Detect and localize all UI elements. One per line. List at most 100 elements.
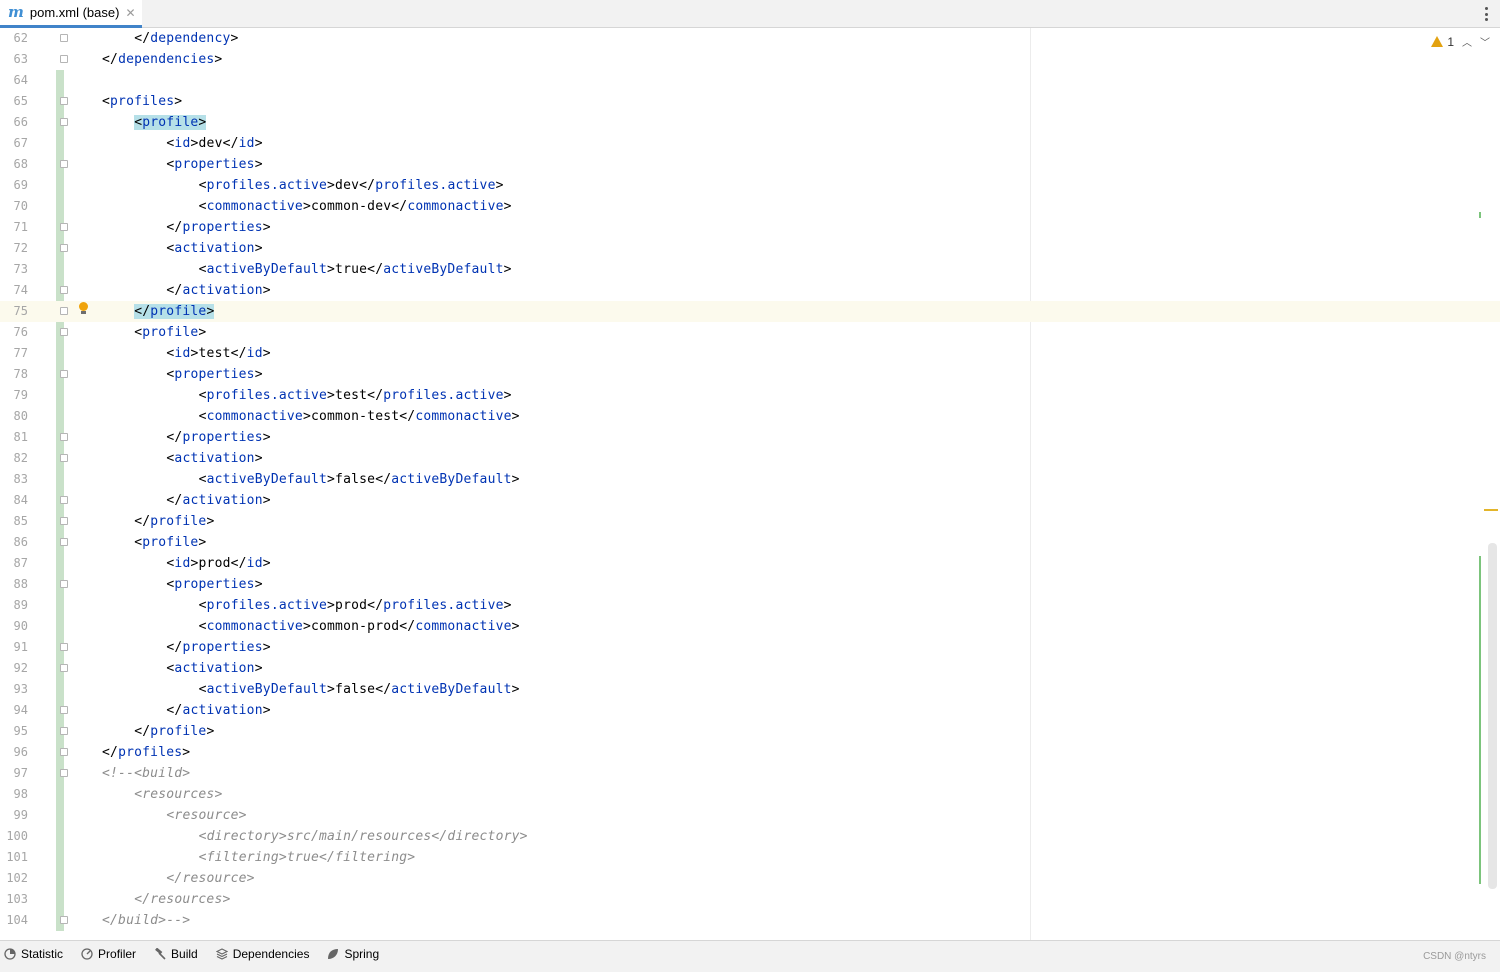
fold-marker-icon[interactable] — [60, 118, 68, 126]
code-line[interactable]: 78 <properties> — [0, 364, 1500, 385]
code-text[interactable]: </profile> — [134, 301, 215, 322]
fold-marker-icon[interactable] — [60, 433, 68, 441]
code-line[interactable]: 84 </activation> — [0, 490, 1500, 511]
code-text[interactable]: </properties> — [166, 637, 270, 658]
code-text[interactable]: <activation> — [166, 448, 262, 469]
fold-marker-icon[interactable] — [60, 916, 68, 924]
fold-marker-icon[interactable] — [60, 328, 68, 336]
code-text[interactable]: <filtering>true</filtering> — [199, 847, 416, 868]
warning-icon[interactable] — [1431, 36, 1444, 47]
code-line[interactable]: 88 <properties> — [0, 574, 1500, 595]
code-line[interactable]: 82 <activation> — [0, 448, 1500, 469]
code-text[interactable]: </profile> — [134, 721, 214, 742]
code-line[interactable]: 74 </activation> — [0, 280, 1500, 301]
code-line[interactable]: 104 </build>--> — [0, 910, 1500, 931]
tool-spring[interactable]: Spring — [327, 947, 379, 961]
code-text[interactable]: <profile> — [134, 112, 207, 133]
code-text[interactable]: <directory>src/main/resources</directory… — [199, 826, 528, 847]
code-line[interactable]: 87 <id>prod</id> — [0, 553, 1500, 574]
fold-marker-icon[interactable] — [60, 286, 68, 294]
code-text[interactable]: </profile> — [134, 511, 214, 532]
code-line[interactable]: 81 </properties> — [0, 427, 1500, 448]
code-line[interactable]: 68 <properties> — [0, 154, 1500, 175]
code-text[interactable]: <profiles> — [102, 91, 182, 112]
fold-marker-icon[interactable] — [60, 454, 68, 462]
code-line[interactable]: 95 </profile> — [0, 721, 1500, 742]
fold-marker-icon[interactable] — [60, 748, 68, 756]
tool-dependencies[interactable]: Dependencies — [215, 947, 309, 961]
code-text[interactable]: </resources> — [134, 889, 230, 910]
code-text[interactable]: <profiles.active>prod</profiles.active> — [199, 595, 512, 616]
fold-marker-icon[interactable] — [60, 580, 68, 588]
code-line[interactable]: 62 </dependency> — [0, 28, 1500, 49]
code-line[interactable]: 73 <activeByDefault>true</activeByDefault… — [0, 259, 1500, 280]
code-text[interactable]: <profiles.active>dev</profiles.active> — [199, 175, 504, 196]
code-line[interactable]: 101 <filtering>true</filtering> — [0, 847, 1500, 868]
fold-marker-icon[interactable] — [60, 160, 68, 168]
code-text[interactable]: <activation> — [166, 658, 262, 679]
fold-marker-icon[interactable] — [60, 244, 68, 252]
intention-bulb-icon[interactable] — [79, 302, 88, 315]
tool-build[interactable]: Build — [154, 947, 198, 961]
fold-marker-icon[interactable] — [60, 517, 68, 525]
code-line[interactable]: 72 <activation> — [0, 238, 1500, 259]
code-line[interactable]: 100 <directory>src/main/resources</direct… — [0, 826, 1500, 847]
code-line[interactable]: 71 </properties> — [0, 217, 1500, 238]
code-line[interactable]: 94 </activation> — [0, 700, 1500, 721]
code-line[interactable]: 92 <activation> — [0, 658, 1500, 679]
code-text[interactable]: <commonactive>common-prod</commonactive> — [199, 616, 520, 637]
fold-marker-icon[interactable] — [60, 769, 68, 777]
code-line[interactable]: 69 <profiles.active>dev</profiles.active> — [0, 175, 1500, 196]
code-line[interactable]: 90 <commonactive>common-prod</commonactiv… — [0, 616, 1500, 637]
code-line[interactable]: 70 <commonactive>common-dev</commonactive… — [0, 196, 1500, 217]
code-text[interactable]: </resource> — [166, 868, 254, 889]
fold-marker-icon[interactable] — [60, 370, 68, 378]
code-text[interactable]: <id>dev</id> — [166, 133, 262, 154]
code-text[interactable]: <activeByDefault>false</activeByDefault> — [199, 679, 520, 700]
code-text[interactable]: </activation> — [166, 700, 270, 721]
code-text[interactable]: <activeByDefault>false</activeByDefault> — [199, 469, 520, 490]
code-line[interactable]: 93 <activeByDefault>false</activeByDefaul… — [0, 679, 1500, 700]
code-line[interactable]: 96 </profiles> — [0, 742, 1500, 763]
code-text[interactable]: </build>--> — [102, 910, 190, 931]
code-line[interactable]: 97 <!--<build> — [0, 763, 1500, 784]
fold-marker-icon[interactable] — [60, 664, 68, 672]
scrollbar-change-range[interactable] — [1479, 556, 1481, 884]
code-editor[interactable]: 62 </dependency> 63 </dependencies> 64 65 <pro… — [0, 28, 1500, 940]
code-line[interactable]: 66 <profile> — [0, 112, 1500, 133]
code-line-current[interactable]: 75 </profile> — [0, 301, 1500, 322]
code-text[interactable]: <commonactive>common-dev</commonactive> — [199, 196, 512, 217]
code-line[interactable]: 103 </resources> — [0, 889, 1500, 910]
tab-pom-xml[interactable]: m pom.xml (base) ✕ — [0, 0, 142, 28]
code-text[interactable]: </dependency> — [134, 28, 238, 49]
fold-marker-icon[interactable] — [60, 34, 68, 42]
scrollbar-warning-mark[interactable] — [1484, 509, 1498, 511]
code-line[interactable]: 67 <id>dev</id> — [0, 133, 1500, 154]
code-text[interactable]: <id>test</id> — [166, 343, 270, 364]
code-text[interactable]: </activation> — [166, 280, 270, 301]
code-line[interactable]: 89 <profiles.active>prod</profiles.active… — [0, 595, 1500, 616]
code-text[interactable]: </properties> — [166, 427, 270, 448]
code-text[interactable]: <properties> — [166, 154, 262, 175]
fold-marker-icon[interactable] — [60, 97, 68, 105]
code-text[interactable]: <id>prod</id> — [166, 553, 270, 574]
code-text[interactable]: <properties> — [166, 574, 262, 595]
scrollbar-change-mark[interactable] — [1479, 212, 1481, 218]
chevron-down-icon[interactable]: ﹀ — [1480, 34, 1490, 49]
close-icon[interactable]: ✕ — [125, 6, 135, 20]
code-line[interactable]: 102 </resource> — [0, 868, 1500, 889]
code-text[interactable]: <profile> — [134, 532, 206, 553]
code-text[interactable]: <resource> — [166, 805, 246, 826]
code-text[interactable]: <activeByDefault>true</activeByDefault> — [199, 259, 512, 280]
fold-marker-icon[interactable] — [60, 538, 68, 546]
code-line[interactable]: 85 </profile> — [0, 511, 1500, 532]
code-text[interactable]: <profiles.active>test</profiles.active> — [199, 385, 512, 406]
fold-marker-icon[interactable] — [60, 643, 68, 651]
more-options-icon[interactable] — [1480, 5, 1492, 23]
code-text[interactable]: <commonactive>common-test</commonactive> — [199, 406, 520, 427]
warning-count[interactable]: 1 — [1447, 35, 1454, 49]
code-text[interactable]: <activation> — [166, 238, 262, 259]
code-text[interactable]: </activation> — [166, 490, 270, 511]
code-text[interactable]: <properties> — [166, 364, 262, 385]
vertical-scrollbar-thumb[interactable] — [1488, 543, 1497, 889]
